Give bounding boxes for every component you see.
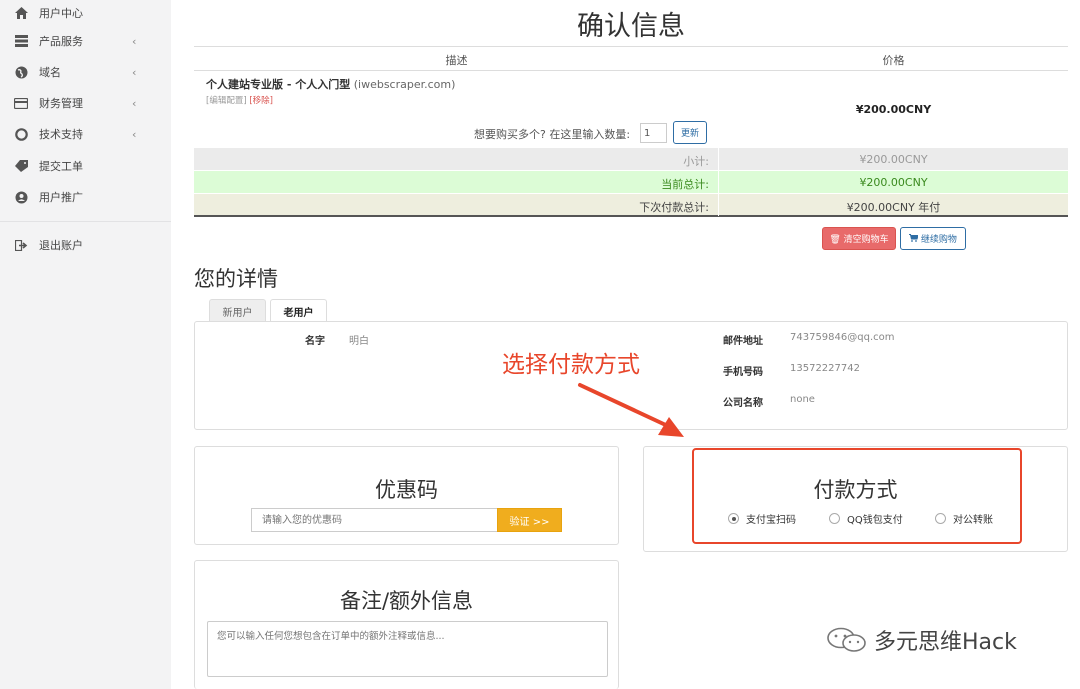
empty-cart-label: 清空购物车 bbox=[843, 235, 889, 245]
current-total-value: ¥200.00CNY bbox=[859, 176, 928, 189]
sidebar-item-label: 技术支持 bbox=[39, 128, 83, 141]
edit-config-link[interactable]: [编辑配置] bbox=[206, 96, 247, 106]
sidebar-item-label: 财务管理 bbox=[39, 97, 83, 110]
server-icon bbox=[14, 34, 28, 48]
next-total-label: 下次付款总计: bbox=[639, 201, 709, 214]
sidebar-logout-label: 退出账户 bbox=[39, 239, 83, 252]
name-label: 名字 bbox=[305, 336, 325, 347]
sidebar-item-label: 用户中心 bbox=[39, 7, 83, 20]
notes-textarea[interactable] bbox=[207, 621, 608, 677]
continue-shopping-label: 继续购物 bbox=[920, 235, 957, 245]
page-title: 确认信息 bbox=[577, 11, 685, 42]
notes-title: 备注/额外信息 bbox=[339, 589, 474, 613]
sidebar-item-submit-ticket[interactable]: 提交工单 bbox=[0, 153, 171, 179]
sidebar-item-logout[interactable]: 退出账户 bbox=[0, 232, 171, 258]
watermark-text: 多元思维Hack bbox=[874, 630, 1017, 655]
email-label: 邮件地址 bbox=[723, 336, 763, 347]
ticket-icon bbox=[14, 159, 28, 173]
product-name: 个人建站专业版 - 个人入门型 bbox=[206, 78, 351, 91]
column-header-price: 价格 bbox=[882, 54, 905, 67]
cart-item-actions: [编辑配置] [移除] bbox=[206, 94, 273, 106]
tab-new-user[interactable]: 新用户 bbox=[209, 299, 266, 322]
wechat-icon bbox=[827, 627, 866, 652]
sidebar-item-user-center[interactable]: 用户中心 bbox=[0, 0, 171, 26]
chevron-left-icon: ‹ bbox=[132, 65, 137, 79]
trash-icon: 🗑 bbox=[829, 235, 841, 245]
notes-panel: 备注/额外信息 bbox=[194, 560, 619, 689]
sidebar-item-label: 提交工单 bbox=[39, 160, 83, 173]
next-total-value: ¥200.00CNY 年付 bbox=[846, 201, 941, 214]
annotation-text: 选择付款方式 bbox=[502, 352, 640, 378]
company-value: none bbox=[790, 394, 815, 405]
column-header-description: 描述 bbox=[445, 54, 468, 67]
remove-item-link[interactable]: [移除] bbox=[249, 96, 273, 106]
subtotal-label: 小计: bbox=[683, 155, 709, 168]
chevron-left-icon: ‹ bbox=[132, 127, 137, 141]
coupon-panel: 优惠码 验证 >> bbox=[194, 446, 619, 545]
continue-shopping-button[interactable]: 继续购物 bbox=[900, 227, 966, 250]
chevron-left-icon: ‹ bbox=[132, 96, 137, 110]
current-total-row: 当前总计: ¥200.00CNY bbox=[194, 171, 1068, 193]
sidebar-divider bbox=[0, 221, 171, 222]
home-icon bbox=[14, 6, 28, 20]
subtotal-value: ¥200.00CNY bbox=[859, 153, 928, 166]
quantity-input[interactable] bbox=[640, 123, 667, 143]
sidebar-item-label: 域名 bbox=[39, 66, 61, 79]
phone-value: 13572227742 bbox=[790, 363, 860, 374]
coupon-title: 优惠码 bbox=[375, 478, 438, 502]
next-total-row: 下次付款总计: ¥200.00CNY 年付 bbox=[194, 194, 1068, 217]
sidebar-item-user-promotion[interactable]: 用户推广 bbox=[0, 184, 171, 210]
tab-existing-user[interactable]: 老用户 bbox=[270, 299, 327, 322]
company-label: 公司名称 bbox=[723, 398, 763, 409]
watermark: 多元思维Hack bbox=[826, 624, 1017, 656]
sidebar-item-product-services[interactable]: 产品服务 ‹ bbox=[0, 28, 171, 54]
credit-card-icon bbox=[14, 96, 28, 110]
life-ring-icon bbox=[14, 127, 28, 141]
annotation-arrow-icon bbox=[578, 383, 684, 437]
details-title: 您的详情 bbox=[194, 267, 278, 291]
payment-highlight-box bbox=[692, 448, 1022, 544]
cart-item-name: 个人建站专业版 - 个人入门型 (iwebscraper.com) bbox=[206, 76, 455, 92]
current-total-label: 当前总计: bbox=[661, 178, 709, 191]
user-circle-icon bbox=[14, 190, 28, 204]
globe-icon bbox=[14, 65, 28, 79]
cart-header: 描述 价格 bbox=[194, 46, 1068, 71]
empty-cart-button[interactable]: 🗑 清空购物车 bbox=[822, 227, 896, 250]
sign-out-icon bbox=[14, 238, 28, 252]
shopping-cart-icon bbox=[909, 233, 921, 245]
update-quantity-button[interactable]: 更新 bbox=[673, 121, 707, 144]
phone-label: 手机号码 bbox=[723, 367, 763, 378]
chevron-left-icon: ‹ bbox=[132, 34, 137, 48]
sidebar-item-label: 用户推广 bbox=[39, 191, 83, 204]
name-value: 明白 bbox=[349, 336, 369, 347]
quantity-label: 想要购买多个? 在这里输入数量: bbox=[474, 128, 631, 141]
coupon-input[interactable] bbox=[251, 508, 497, 532]
sidebar-item-finance[interactable]: 财务管理 ‹ bbox=[0, 90, 171, 116]
cart-item-price: ¥200.00CNY bbox=[855, 103, 932, 116]
sidebar-item-tech-support[interactable]: 技术支持 ‹ bbox=[0, 121, 171, 147]
subtotal-row: 小计: ¥200.00CNY bbox=[194, 148, 1068, 170]
sidebar: 用户中心 产品服务 ‹ 域名 ‹ 财务管理 ‹ 技术支持 ‹ 提交工单 用户推广… bbox=[0, 0, 171, 689]
sidebar-item-label: 产品服务 bbox=[39, 35, 83, 48]
validate-coupon-button[interactable]: 验证 >> bbox=[497, 508, 562, 532]
sidebar-item-domain[interactable]: 域名 ‹ bbox=[0, 59, 171, 85]
email-value: 743759846@qq.com bbox=[790, 332, 895, 343]
product-domain: (iwebscraper.com) bbox=[353, 78, 456, 91]
